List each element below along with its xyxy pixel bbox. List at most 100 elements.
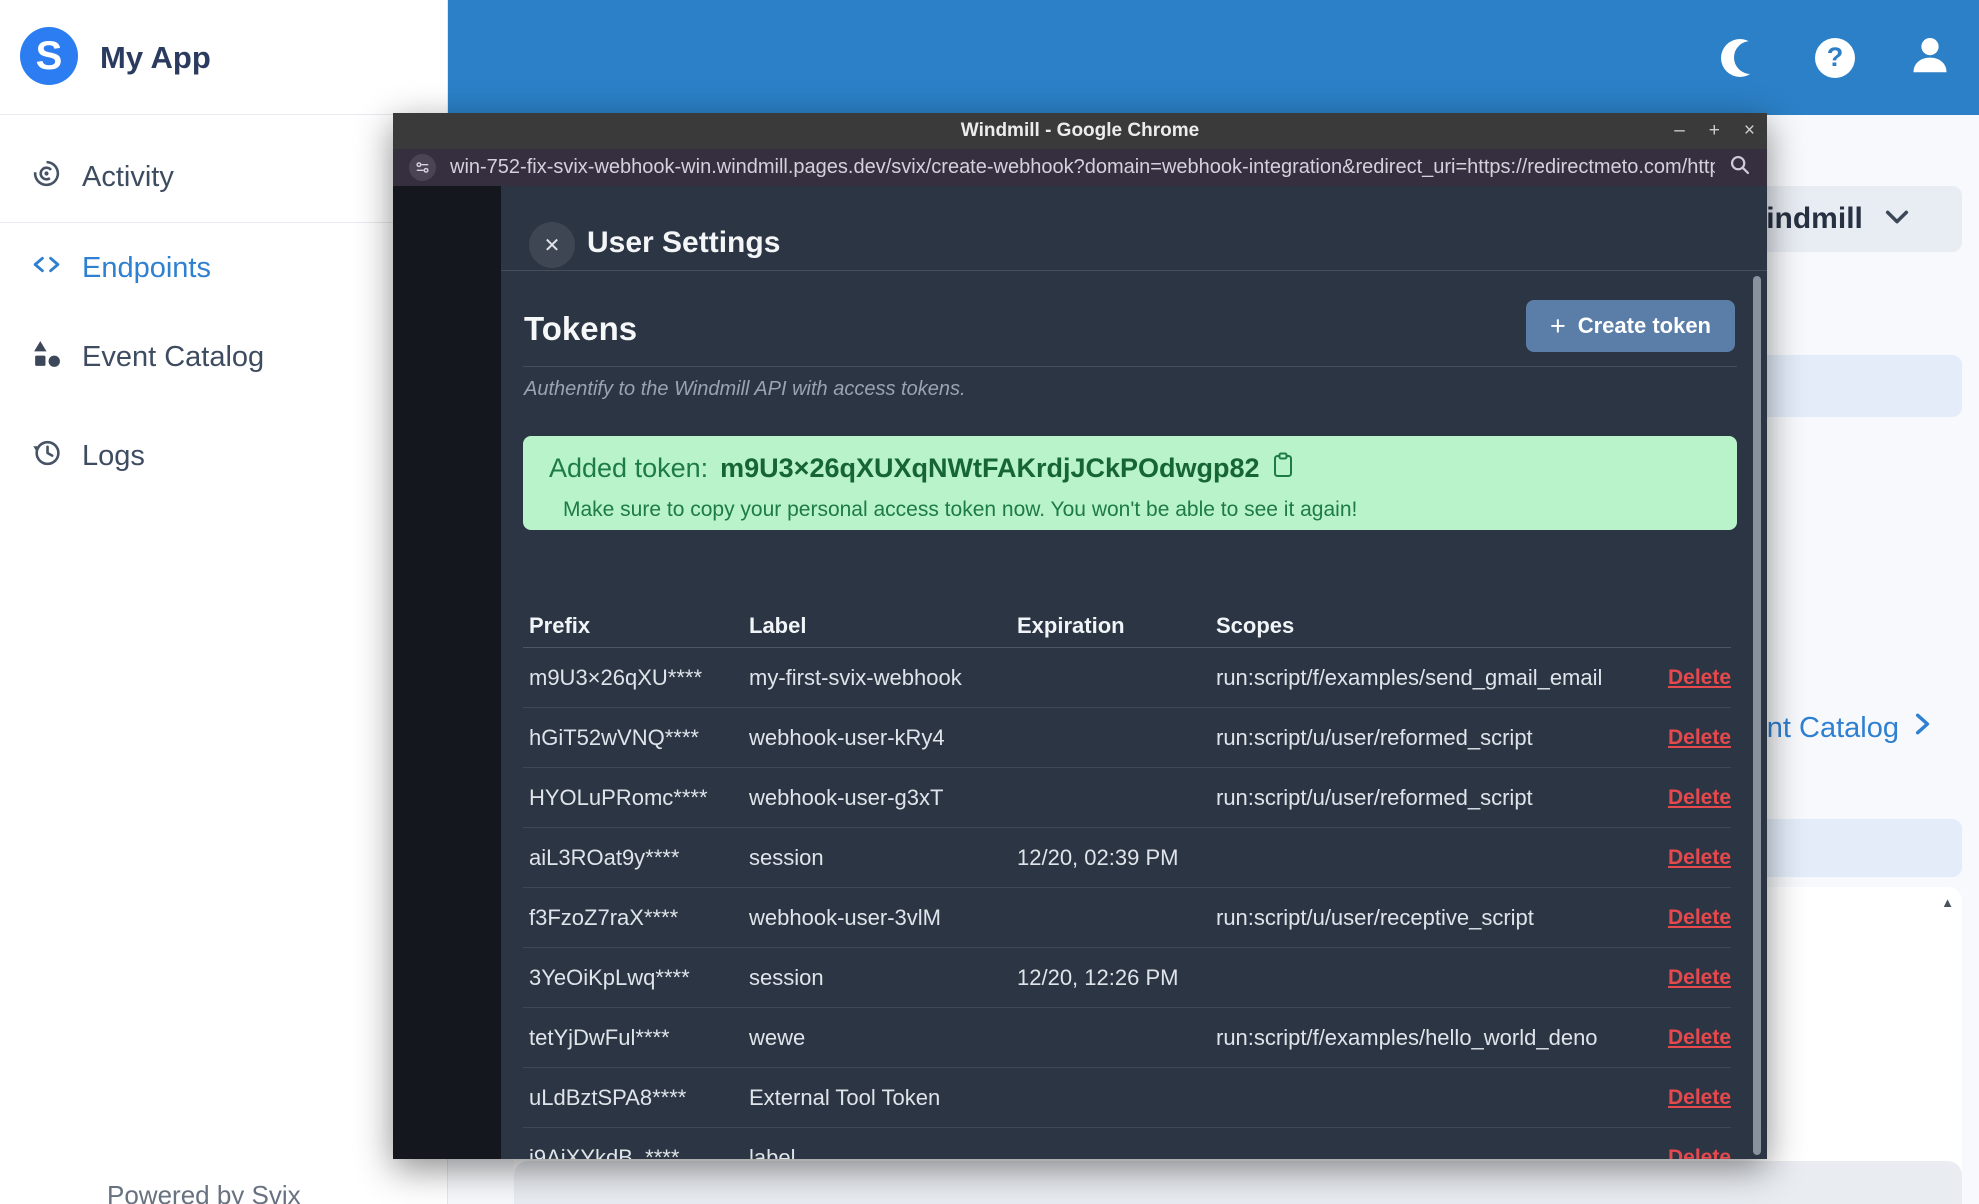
token-label: webhook-user-kRy4 — [749, 724, 945, 750]
chevron-right-icon — [1909, 711, 1935, 745]
close-window-button[interactable]: × — [1744, 120, 1755, 142]
code-brackets-icon — [31, 249, 62, 288]
delete-link[interactable]: Delete — [1668, 786, 1731, 810]
column-header: Expiration — [1017, 612, 1125, 638]
brand: S My App — [0, 0, 447, 115]
scrollbar-up-arrow[interactable]: ▲ — [1941, 895, 1954, 910]
site-settings-icon[interactable] — [409, 154, 436, 181]
table-row: aiL3ROat9y**** session 12/20, 02:39 PM Dele… — [523, 828, 1731, 888]
token-scopes: run:script/f/examples/hello_world_deno — [1216, 1024, 1598, 1050]
table-row: tetYjDwFul**** wewe run:script/f/examples/… — [523, 1008, 1731, 1068]
token-prefix: m9U3×26qXU**** — [529, 664, 703, 690]
table-row: HYOLuPRomc**** webhook-user-g3xT run:scrip… — [523, 768, 1731, 828]
added-token-banner: Added token: m9U3×26qXUXqNWtFAKrdjJCkPOd… — [523, 436, 1737, 530]
tokens-heading: Tokens — [524, 310, 638, 347]
url-text[interactable]: win-752-fix-svix-webhook-win.windmill.pa… — [450, 156, 1715, 179]
shapes-icon — [31, 338, 62, 377]
maximize-button[interactable]: + — [1709, 120, 1720, 142]
column-header: Label — [749, 612, 807, 638]
token-prefix: uLdBztSPA8**** — [529, 1084, 687, 1110]
app-top-header: ? — [448, 0, 1979, 115]
sidebar-divider — [0, 222, 447, 223]
user-icon[interactable] — [1907, 32, 1953, 83]
token-label: my-first-svix-webhook — [749, 664, 962, 690]
token-label: External Tool Token — [749, 1084, 941, 1110]
table-header-row: Prefix Label Expiration Scopes — [523, 604, 1731, 648]
delete-link[interactable]: Delete — [1668, 1026, 1731, 1050]
table-row: f3FzoZ7raX**** webhook-user-3vlM run:scrip… — [523, 888, 1731, 948]
table-row: hGiT52wVNQ**** webhook-user-kRy4 run:scrip… — [523, 708, 1731, 768]
token-expiration: 12/20, 12:26 PM — [1017, 964, 1179, 990]
table-row: i9AjXYkdB_**** label Delete — [523, 1128, 1731, 1160]
sidebar: S My App Activity Endpoints Event Catalo… — [0, 0, 448, 1204]
window-title: Windmill - Google Chrome — [960, 120, 1200, 141]
address-bar[interactable]: win-752-fix-svix-webhook-win.windmill.pa… — [393, 149, 1767, 186]
table-row: m9U3×26qXU**** my-first-svix-webhook run:s… — [523, 648, 1731, 708]
close-icon[interactable]: ✕ — [529, 222, 575, 268]
activity-icon — [31, 158, 62, 197]
token-prefix: 3YeOiKpLwq**** — [529, 964, 690, 990]
minimize-button[interactable]: – — [1674, 120, 1685, 142]
delete-link[interactable]: Delete — [1668, 966, 1731, 990]
create-token-button[interactable]: + Create token — [1525, 300, 1735, 352]
column-header: Scopes — [1216, 612, 1295, 638]
browser-page: ✕ User Settings Tokens + Create token Au… — [393, 186, 1767, 1159]
user-settings-drawer: ✕ User Settings Tokens + Create token Au… — [501, 186, 1767, 1159]
help-icon[interactable]: ? — [1815, 37, 1855, 78]
sidebar-item-event-catalog[interactable]: Event Catalog — [0, 327, 447, 387]
delete-link[interactable]: Delete — [1668, 666, 1731, 690]
history-icon — [31, 437, 62, 476]
chrome-window: Windmill - Google Chrome – + × win-752-f… — [393, 113, 1767, 1159]
token-value: m9U3×26qXUXqNWtFAKrdjJCkPOdwgp82 — [720, 453, 1260, 483]
column-header: Prefix — [529, 612, 591, 638]
token-scopes: run:script/u/user/receptive_script — [1216, 904, 1534, 930]
token-scopes: run:script/u/user/reformed_script — [1216, 724, 1533, 750]
token-prefix: hGiT52wVNQ**** — [529, 724, 699, 750]
sidebar-item-logs[interactable]: Logs — [0, 426, 447, 486]
delete-link[interactable]: Delete — [1668, 726, 1731, 750]
app-name: My App — [100, 39, 211, 75]
token-label: session — [749, 844, 824, 870]
powered-by-svix: Powered by Svix — [107, 1180, 301, 1204]
token-label: session — [749, 964, 824, 990]
token-prefix: i9AjXYkdB_**** — [529, 1144, 680, 1160]
added-token-text: Added token: — [549, 453, 709, 483]
token-table: Prefix Label Expiration Scopes m9U3×26qXU**… — [523, 604, 1731, 1159]
svix-logo[interactable]: S — [20, 27, 78, 85]
table-row: 3YeOiKpLwq**** session 12/20, 12:26 PM Dele… — [523, 948, 1731, 1008]
token-label: webhook-user-3vlM — [749, 904, 941, 930]
drawer-scrollbar[interactable] — [1753, 276, 1761, 1155]
token-prefix: tetYjDwFul**** — [529, 1024, 670, 1050]
tokens-subtitle: Authentify to the Windmill API with acce… — [524, 378, 966, 400]
token-label: webhook-user-g3xT — [749, 784, 944, 810]
screen: ? Windmill Event Catalog ▲ S My App Acti… — [0, 0, 1979, 1204]
token-expiration: 12/20, 02:39 PM — [1017, 844, 1179, 870]
token-prefix: HYOLuPRomc**** — [529, 784, 708, 810]
moon-icon[interactable] — [1719, 36, 1767, 80]
token-prefix: f3FzoZ7raX**** — [529, 904, 679, 930]
divider — [501, 270, 1767, 271]
token-scopes: run:script/u/user/reformed_script — [1216, 784, 1533, 810]
copy-icon[interactable] — [1272, 452, 1294, 485]
sidebar-item-activity[interactable]: Activity — [0, 147, 447, 207]
delete-link[interactable]: Delete — [1668, 906, 1731, 930]
token-table-rows: m9U3×26qXU**** my-first-svix-webhook run:s… — [523, 648, 1731, 1159]
token-prefix: aiL3ROat9y**** — [529, 844, 680, 870]
modal-backdrop[interactable] — [393, 186, 501, 1159]
sidebar-item-endpoints[interactable]: Endpoints — [0, 238, 447, 298]
delete-link[interactable]: Delete — [1668, 1146, 1731, 1160]
window-titlebar[interactable]: Windmill - Google Chrome – + × — [393, 113, 1767, 149]
search-icon[interactable] — [1729, 154, 1751, 181]
banner-note: Make sure to copy your personal access t… — [563, 498, 1358, 521]
token-label: label — [749, 1144, 796, 1160]
table-row: uLdBztSPA8**** External Tool Token Delete — [523, 1068, 1731, 1128]
token-scopes: run:script/f/examples/send_gmail_email — [1216, 664, 1603, 690]
token-label: wewe — [749, 1024, 806, 1050]
chevron-down-icon — [1883, 203, 1911, 236]
background-gray-panel — [514, 1161, 1962, 1204]
delete-link[interactable]: Delete — [1668, 1086, 1731, 1110]
plus-icon: + — [1549, 310, 1566, 341]
drawer-title: User Settings — [587, 226, 781, 259]
divider — [523, 366, 1737, 367]
delete-link[interactable]: Delete — [1668, 846, 1731, 870]
